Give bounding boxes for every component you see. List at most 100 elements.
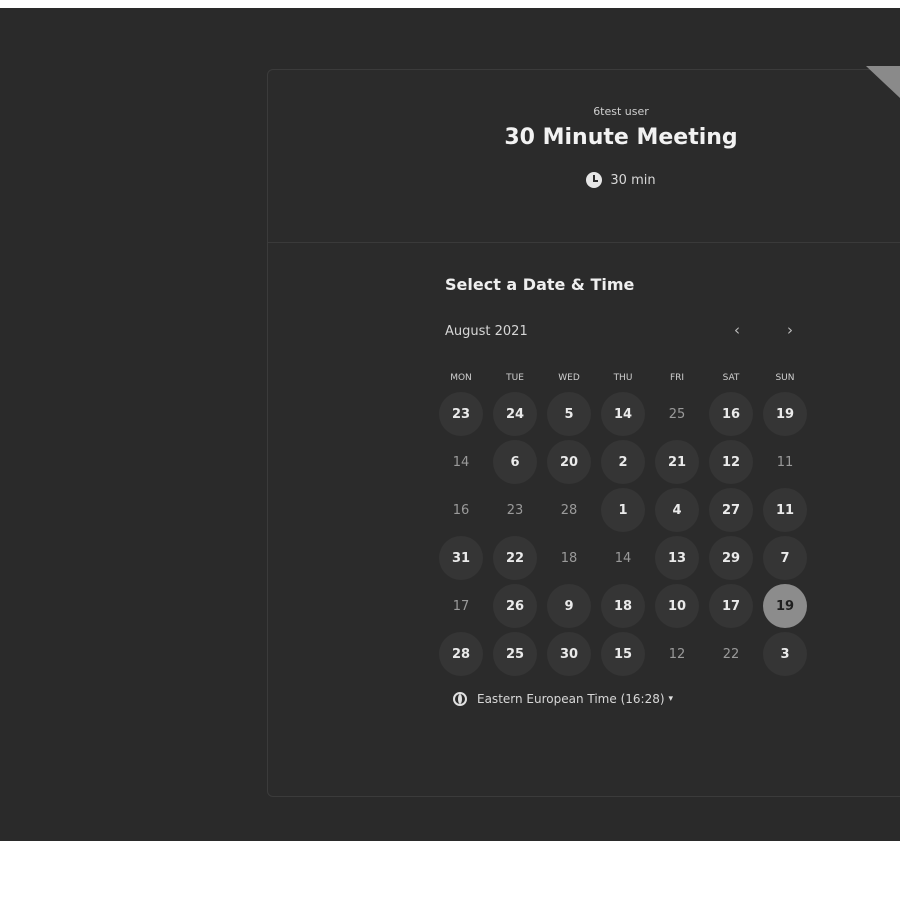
section-title: Select a Date & Time xyxy=(445,275,635,294)
unavailable-day: 23 xyxy=(506,502,524,518)
day-cell: 19 xyxy=(758,390,812,438)
day-cell: 22 xyxy=(488,534,542,582)
day-cell: 30 xyxy=(542,630,596,678)
unavailable-day: 16 xyxy=(452,502,470,518)
available-day[interactable]: 18 xyxy=(601,584,645,628)
available-day[interactable]: 14 xyxy=(601,392,645,436)
day-cell: 21 xyxy=(650,438,704,486)
header-divider xyxy=(268,242,900,243)
weekday-label: SUN xyxy=(775,373,795,383)
unavailable-day: 28 xyxy=(560,502,578,518)
day-cell: 17 xyxy=(434,582,488,630)
weekday-label: TUE xyxy=(506,373,524,383)
available-day[interactable]: 16 xyxy=(709,392,753,436)
day-cell: 2 xyxy=(596,438,650,486)
duration-label: 30 min xyxy=(610,172,656,188)
day-cell: 6 xyxy=(488,438,542,486)
day-cell: 5 xyxy=(542,390,596,438)
timezone-selector[interactable]: Eastern European Time (16:28) ▾ xyxy=(453,692,673,706)
day-cell: 11 xyxy=(758,486,812,534)
day-cell: 10 xyxy=(650,582,704,630)
unavailable-day: 14 xyxy=(452,454,470,470)
event-duration: 30 min xyxy=(268,172,900,188)
available-day[interactable]: 9 xyxy=(547,584,591,628)
day-cell: 25 xyxy=(488,630,542,678)
unavailable-day: 14 xyxy=(614,550,632,566)
weekday-label: MON xyxy=(450,373,472,383)
unavailable-day: 25 xyxy=(668,406,686,422)
unavailable-day: 11 xyxy=(776,454,794,470)
day-cell: 28 xyxy=(434,630,488,678)
available-day[interactable]: 29 xyxy=(709,536,753,580)
available-day[interactable]: 4 xyxy=(655,488,699,532)
available-day[interactable]: 13 xyxy=(655,536,699,580)
day-cell: 15 xyxy=(596,630,650,678)
day-cell: 9 xyxy=(542,582,596,630)
available-day[interactable]: 24 xyxy=(493,392,537,436)
day-cell: 13 xyxy=(650,534,704,582)
day-cell: 18 xyxy=(596,582,650,630)
available-day[interactable]: 11 xyxy=(763,488,807,532)
available-day[interactable]: 7 xyxy=(763,536,807,580)
day-cell: 14 xyxy=(596,534,650,582)
available-day[interactable]: 28 xyxy=(439,632,483,676)
available-day[interactable]: 19 xyxy=(763,392,807,436)
available-day[interactable]: 3 xyxy=(763,632,807,676)
available-day[interactable]: 15 xyxy=(601,632,645,676)
day-cell: 14 xyxy=(596,390,650,438)
next-month-button[interactable]: › xyxy=(780,320,800,340)
weekday-label: FRI xyxy=(669,373,685,383)
host-name: 6test user xyxy=(593,105,649,118)
weekday-header: MON TUE WED THU FRI SAT SUN xyxy=(434,372,812,384)
available-day[interactable]: 5 xyxy=(547,392,591,436)
available-day[interactable]: 12 xyxy=(709,440,753,484)
day-cell: 1 xyxy=(596,486,650,534)
day-cell: 12 xyxy=(650,630,704,678)
day-cell: 25 xyxy=(650,390,704,438)
scheduling-page: 6test user 30 Minute Meeting 30 min Sele… xyxy=(0,8,900,841)
day-cell: 27 xyxy=(704,486,758,534)
available-day[interactable]: 2 xyxy=(601,440,645,484)
day-cell: 28 xyxy=(542,486,596,534)
available-day[interactable]: 6 xyxy=(493,440,537,484)
available-day[interactable]: 10 xyxy=(655,584,699,628)
corner-badge xyxy=(866,66,900,98)
available-day[interactable]: 26 xyxy=(493,584,537,628)
day-cell: 23 xyxy=(434,390,488,438)
clock-icon xyxy=(586,172,603,188)
available-day[interactable]: 22 xyxy=(493,536,537,580)
available-day[interactable]: 20 xyxy=(547,440,591,484)
available-day[interactable]: 30 xyxy=(547,632,591,676)
weekday-label: WED xyxy=(558,373,580,383)
unavailable-day: 18 xyxy=(560,550,578,566)
day-cell: 20 xyxy=(542,438,596,486)
day-cell: 11 xyxy=(758,438,812,486)
unavailable-day: 17 xyxy=(452,598,470,614)
weekday-label: THU xyxy=(613,373,633,383)
available-day[interactable]: 23 xyxy=(439,392,483,436)
selected-day[interactable]: 19 xyxy=(763,584,807,628)
available-day[interactable]: 1 xyxy=(601,488,645,532)
available-day[interactable]: 17 xyxy=(709,584,753,628)
prev-month-button[interactable]: ‹ xyxy=(727,320,747,340)
day-cell: 14 xyxy=(434,438,488,486)
weekday-label: SAT xyxy=(722,373,740,383)
day-cell: 16 xyxy=(434,486,488,534)
event-title: 30 Minute Meeting xyxy=(504,125,738,150)
day-cell: 3 xyxy=(758,630,812,678)
available-day[interactable]: 25 xyxy=(493,632,537,676)
day-cell: 19 xyxy=(758,582,812,630)
available-day[interactable]: 31 xyxy=(439,536,483,580)
day-cell: 24 xyxy=(488,390,542,438)
available-day[interactable]: 27 xyxy=(709,488,753,532)
day-cell: 22 xyxy=(704,630,758,678)
day-cell: 31 xyxy=(434,534,488,582)
calendar-grid: 23 24 5 14 25 16 19 14 6 20 2 21 12 11 16 23 28 1 4 27 11 31 2… xyxy=(434,390,812,678)
day-cell: 29 xyxy=(704,534,758,582)
available-day[interactable]: 21 xyxy=(655,440,699,484)
month-label: August 2021 xyxy=(445,324,528,339)
caret-down-icon: ▾ xyxy=(668,694,674,704)
day-cell: 12 xyxy=(704,438,758,486)
unavailable-day: 22 xyxy=(722,646,740,662)
day-cell: 26 xyxy=(488,582,542,630)
